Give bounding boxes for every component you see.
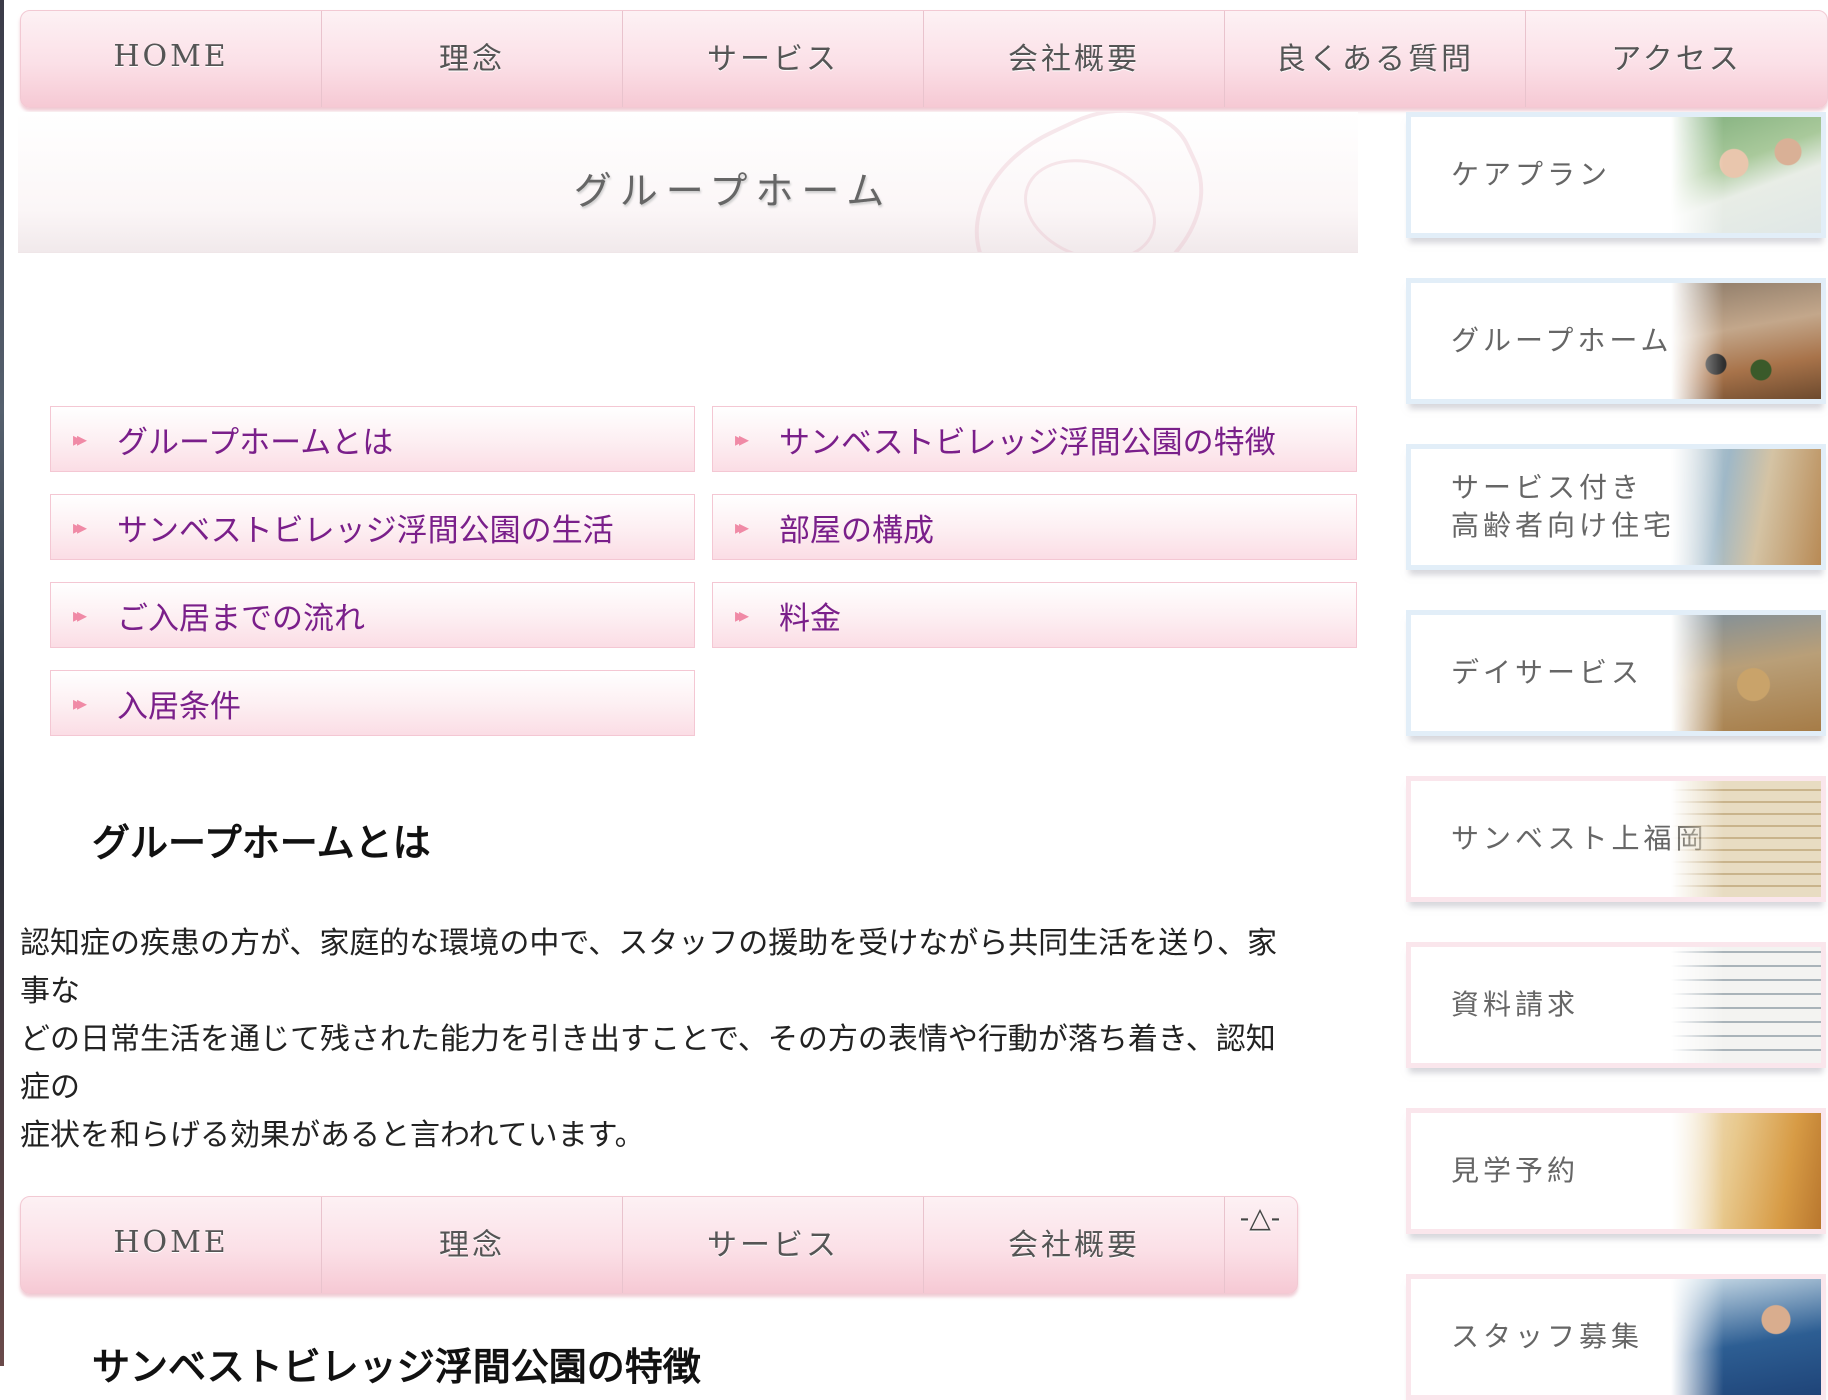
window-edge xyxy=(0,0,4,1366)
section-heading-features: サンベストビレッジ浮間公園の特徴 xyxy=(92,1345,701,1389)
nav-home[interactable]: HOME xyxy=(21,11,322,107)
link-daily-life[interactable]: ▸▸ サンベストビレッジ浮間公園の生活 xyxy=(50,494,695,560)
day-service-photo xyxy=(1671,615,1821,731)
double-chevron-icon: ▸▸ xyxy=(73,427,87,451)
building-photo xyxy=(1671,781,1821,897)
link-label: ご入居までの流れ xyxy=(117,600,365,637)
bottom-nav: HOME 理念 サービス 会社概要 -△- xyxy=(20,1196,1298,1294)
section-body-about: 認知症の疾患の方が、家庭的な環境の中で、スタッフの援助を受けながら共同生活を送り… xyxy=(20,920,1380,1160)
link-label: 部屋の構成 xyxy=(779,512,934,549)
paragraph-line: どの日常生活を通じて残された能力を引き出すことで、その方の表情や行動が落ち着き、… xyxy=(20,1022,1276,1057)
link-label: サンベストビレッジ浮間公園の生活 xyxy=(117,512,614,549)
nav-faq[interactable]: 良くある質問 xyxy=(1225,11,1526,107)
nav-philosophy[interactable]: 理念 xyxy=(322,11,623,107)
link-features[interactable]: ▸▸ サンベストビレッジ浮間公園の特徴 xyxy=(712,406,1357,472)
double-chevron-icon: ▸▸ xyxy=(735,515,749,539)
staff-photo xyxy=(1671,1279,1821,1395)
link-fees[interactable]: ▸▸ 料金 xyxy=(712,582,1357,648)
link-about-group-home[interactable]: ▸▸ グループホームとは xyxy=(50,406,695,472)
nav-service[interactable]: サービス xyxy=(623,11,924,107)
section-heading-about: グループホームとは xyxy=(92,821,431,865)
sidebar-item-day-service[interactable]: デイサービス xyxy=(1406,610,1826,736)
hallway-photo xyxy=(1671,1113,1821,1229)
page-title: グループホーム xyxy=(573,169,893,213)
sidebar-item-care-plan[interactable]: ケアプラン xyxy=(1406,112,1826,238)
facility-room-photo xyxy=(1671,449,1821,565)
link-label: 料金 xyxy=(779,600,841,637)
sidebar-item-kamifukuoka[interactable]: サンベスト上福岡 xyxy=(1406,776,1826,902)
sidebar-item-senior-housing[interactable]: サービス付き 高齢者向け住宅 xyxy=(1406,444,1826,570)
building-photo xyxy=(1671,947,1821,1063)
double-chevron-icon: ▸▸ xyxy=(73,691,87,715)
link-move-in-flow[interactable]: ▸▸ ご入居までの流れ xyxy=(50,582,695,648)
paragraph-line: 症の xyxy=(20,1070,80,1105)
top-nav: HOME 理念 サービス 会社概要 良くある質問 アクセス xyxy=(20,10,1828,108)
nav-home[interactable]: HOME xyxy=(21,1197,322,1293)
nav-company[interactable]: 会社概要 xyxy=(924,11,1225,107)
link-label: グループホームとは xyxy=(117,424,394,461)
sidebar-item-tour-booking[interactable]: 見学予約 xyxy=(1406,1108,1826,1234)
page-title-banner: グループホーム xyxy=(18,112,1358,253)
link-label: サンベストビレッジ浮間公園の特徴 xyxy=(779,424,1276,461)
paragraph-line: 事な xyxy=(20,974,80,1009)
caregiver-photo xyxy=(1671,117,1821,233)
double-chevron-icon: ▸▸ xyxy=(73,603,87,627)
nav-service[interactable]: サービス xyxy=(623,1197,924,1293)
sidebar-item-recruit[interactable]: スタッフ募集 xyxy=(1406,1274,1826,1400)
link-label: 入居条件 xyxy=(117,688,241,725)
nav-broken-item[interactable]: -△- xyxy=(1225,1197,1295,1293)
double-chevron-icon: ▸▸ xyxy=(735,427,749,451)
double-chevron-icon: ▸▸ xyxy=(73,515,87,539)
paragraph-line: 認知症の疾患の方が、家庭的な環境の中で、スタッフの援助を受けながら共同生活を送り… xyxy=(20,926,1277,961)
sidebar-item-group-home[interactable]: グループホーム xyxy=(1406,278,1826,404)
paragraph-line: 症状を和らげる効果があると言われています。 xyxy=(20,1118,645,1153)
link-room-layout[interactable]: ▸▸ 部屋の構成 xyxy=(712,494,1357,560)
sidebar-item-request-materials[interactable]: 資料請求 xyxy=(1406,942,1826,1068)
double-chevron-icon: ▸▸ xyxy=(735,603,749,627)
nav-company[interactable]: 会社概要 xyxy=(924,1197,1225,1293)
dining-photo xyxy=(1671,283,1821,399)
nav-access[interactable]: アクセス xyxy=(1526,11,1827,107)
link-conditions[interactable]: ▸▸ 入居条件 xyxy=(50,670,695,736)
nav-philosophy[interactable]: 理念 xyxy=(322,1197,623,1293)
